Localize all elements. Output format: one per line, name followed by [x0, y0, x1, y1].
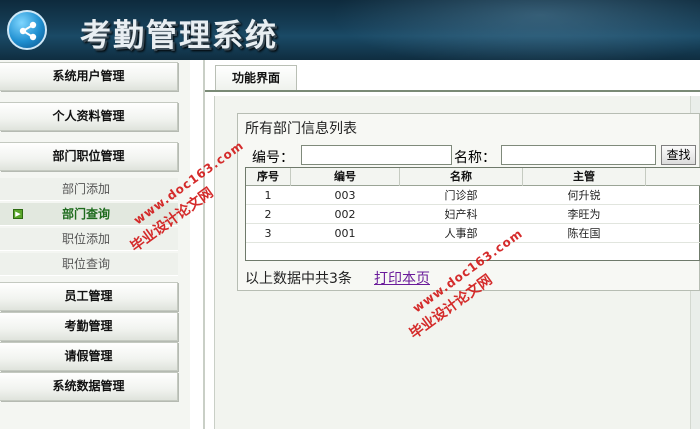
table-row[interactable]: 1 003 门诊部 何升锐	[246, 187, 700, 205]
menu-employee[interactable]: 员工管理	[0, 282, 178, 311]
submenu-department-add[interactable]: 部门添加	[0, 178, 178, 201]
search-no-input[interactable]	[301, 145, 452, 165]
cell-code: 001	[334, 227, 356, 240]
search-button[interactable]: 查找	[661, 145, 696, 165]
active-arrow-icon: ▶	[13, 209, 23, 219]
app-title: 考勤管理系统	[80, 18, 278, 54]
cell-name: 妇产科	[444, 208, 478, 221]
table-row[interactable]: 3 001 人事部 陈在国	[246, 225, 700, 243]
col-index-header: 序号	[257, 170, 279, 183]
menu-leave[interactable]: 请假管理	[0, 342, 178, 371]
sidebar-edge	[203, 60, 205, 429]
search-name-label: 名称：	[454, 150, 496, 166]
col-code-header: 编号	[334, 170, 356, 183]
record-count-text: 以上数据中共3条	[245, 271, 352, 287]
print-page-link[interactable]: 打印本页	[374, 268, 430, 288]
submenu-position-query[interactable]: 职位查询	[0, 253, 178, 276]
share-logo-icon	[7, 10, 47, 50]
submenu-department-query-label: 部门查询	[62, 207, 111, 221]
cell-manager: 李旺为	[567, 208, 601, 221]
department-table: 序号 编号 名称 主管 1 003 门诊部 何升锐 2 002 妇产科 李旺为 …	[245, 167, 700, 261]
menu-attendance[interactable]: 考勤管理	[0, 312, 178, 341]
cell-name: 门诊部	[444, 189, 478, 202]
cell-index: 2	[264, 208, 272, 221]
search-no-label: 编号：	[252, 150, 294, 166]
app-header: 考勤管理系统	[0, 0, 700, 60]
cell-manager: 陈在国	[567, 227, 601, 240]
col-name-header: 名称	[450, 170, 472, 183]
search-name-input[interactable]	[501, 145, 656, 165]
cell-code: 003	[334, 189, 356, 202]
menu-system-users[interactable]: 系统用户管理	[0, 62, 178, 91]
tab-function[interactable]: 功能界面	[215, 65, 297, 91]
cell-code: 002	[334, 208, 356, 221]
cell-manager: 何升锐	[567, 189, 601, 202]
menu-personal-profile[interactable]: 个人资料管理	[0, 102, 178, 131]
table-row[interactable]: 2 002 妇产科 李旺为	[246, 206, 700, 224]
menu-system-data[interactable]: 系统数据管理	[0, 372, 178, 401]
menu-department-position[interactable]: 部门职位管理	[0, 142, 178, 171]
sidebar-gap	[190, 60, 204, 429]
panel-title: 所有部门信息列表	[245, 121, 357, 137]
table-header: 序号 编号 名称 主管	[246, 168, 700, 186]
cell-index: 1	[264, 189, 272, 202]
cell-index: 3	[264, 227, 272, 240]
tab-underline	[205, 90, 700, 92]
col-manager-header: 主管	[573, 170, 595, 183]
